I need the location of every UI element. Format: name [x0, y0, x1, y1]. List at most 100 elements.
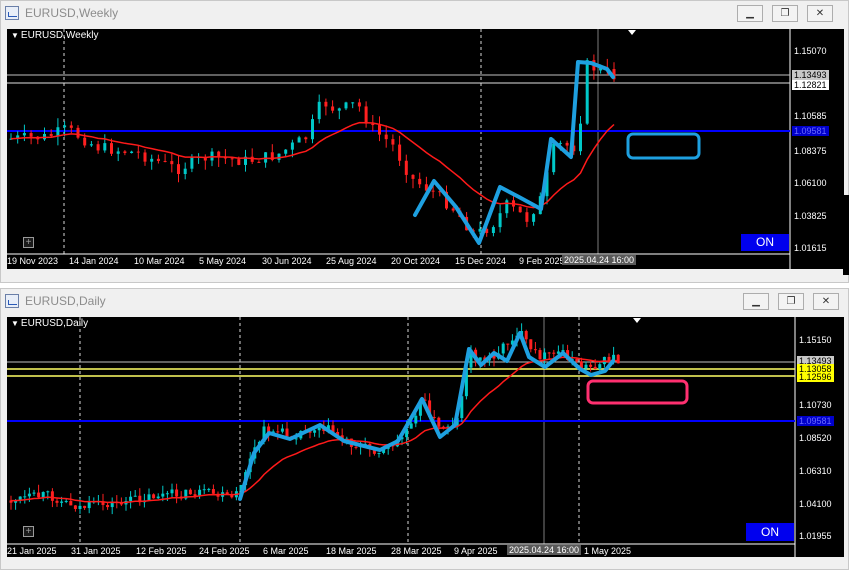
candle-body	[156, 158, 160, 161]
weekly-time-label: 14 Jan 2024	[69, 256, 119, 266]
daily-symbol-label: ▼ EURUSD,Daily	[11, 318, 89, 329]
candle-body	[69, 125, 73, 128]
candle-body	[190, 157, 194, 169]
daily-price-tick: 1.10730	[799, 400, 832, 410]
candle-body	[498, 213, 502, 228]
candle-body	[83, 137, 87, 146]
candle-body	[170, 489, 174, 494]
candle-body	[276, 431, 280, 433]
weekly-chart-window: EURUSD,Weekly ▁ ❐ ✕ ▼ EURUSD,Weekly + ON…	[0, 0, 849, 283]
candle-body	[103, 143, 107, 151]
candle-body	[177, 164, 180, 175]
candle-body	[311, 119, 314, 140]
candle-body	[277, 153, 281, 160]
daily-restore-button[interactable]: ❐	[778, 293, 804, 310]
candle-body	[418, 178, 422, 185]
candle-body	[324, 101, 328, 107]
weekly-close-button[interactable]: ✕	[807, 5, 833, 22]
candle-body	[230, 158, 234, 160]
candle-body	[96, 144, 100, 151]
weekly-chart-area[interactable]: ▼ EURUSD,Weekly + ON 1.15070 1.10585 1.08…	[7, 29, 844, 269]
candle-body	[409, 423, 413, 429]
candle-body	[317, 427, 321, 431]
candle-body	[237, 159, 241, 165]
candle-body	[50, 491, 54, 501]
candle-body	[304, 137, 308, 140]
daily-chart-area[interactable]: ▼ EURUSD,Daily + ON 1.15150 1.10730 1.085…	[7, 317, 844, 557]
candle-body	[524, 331, 528, 340]
candle-body	[175, 489, 179, 497]
weekly-on-button[interactable]: ON	[741, 234, 789, 251]
candle-body	[538, 350, 542, 360]
daily-time-label: 28 Mar 2025	[391, 546, 442, 556]
candle-body	[46, 491, 50, 493]
candle-body	[89, 144, 93, 146]
candle-body	[404, 160, 408, 175]
weekly-time-label: 5 May 2024	[199, 256, 247, 266]
candle-body	[188, 489, 192, 495]
candle-body	[83, 505, 87, 509]
weekly-titlebar[interactable]: EURUSD,Weekly ▁ ❐ ✕	[1, 1, 848, 27]
weekly-minimize-button[interactable]: ▁	[737, 5, 763, 22]
daily-level-tag: 1.09581	[797, 416, 834, 426]
candle-body	[558, 142, 562, 144]
candle-body	[589, 364, 593, 367]
candle-body	[264, 152, 268, 163]
candle-body	[384, 134, 388, 140]
candle-body	[116, 151, 120, 154]
weekly-expand-button[interactable]: +	[23, 237, 34, 248]
daily-expand-button[interactable]: +	[23, 526, 34, 537]
candle-body	[55, 500, 59, 503]
weekly-price-tick: 1.06100	[794, 178, 827, 188]
candle-body	[431, 190, 435, 192]
candle-body	[143, 152, 147, 162]
candle-body	[414, 415, 418, 424]
daily-price-plot	[7, 317, 796, 557]
weekly-price-tick: 1.08375	[794, 146, 827, 156]
candle-body	[150, 158, 154, 162]
candle-body	[69, 500, 73, 506]
chart-window-icon	[5, 294, 19, 308]
weekly-vgrid	[63, 29, 482, 254]
candle-body	[552, 143, 556, 173]
candle-body	[152, 494, 156, 499]
weekly-candles	[9, 54, 616, 238]
candle-body	[129, 496, 133, 502]
candle-body	[297, 137, 301, 143]
candle-body	[207, 489, 211, 491]
daily-price-tick: 1.01955	[799, 531, 832, 541]
candle-body	[547, 352, 551, 354]
weekly-crosshair-date: 2025.04.24 16:00	[562, 255, 637, 265]
candle-body	[106, 504, 110, 508]
candle-body	[27, 493, 31, 497]
candle-body	[491, 227, 495, 234]
candle-body	[64, 500, 68, 502]
daily-titlebar[interactable]: EURUSD,Daily ▁ ❐ ✕	[1, 289, 848, 315]
weekly-window-title: EURUSD,Weekly	[25, 6, 119, 20]
daily-chart-window: EURUSD,Daily ▁ ❐ ✕ ▼ EURUSD,Daily + ON 1…	[0, 288, 849, 570]
daily-window-title: EURUSD,Daily	[25, 294, 106, 308]
weekly-time-label: 9 Feb 2025	[519, 256, 565, 266]
daily-on-button[interactable]: ON	[746, 523, 794, 541]
candle-body	[163, 160, 167, 162]
weekly-side-strip	[843, 195, 849, 275]
daily-close-button[interactable]: ✕	[813, 293, 839, 310]
candle-body	[543, 352, 547, 360]
candle-body	[532, 214, 536, 222]
candle-body	[378, 125, 381, 135]
candle-body	[565, 142, 569, 146]
weekly-price-tick: 1.03825	[794, 211, 827, 221]
weekly-time-label: 25 Aug 2024	[326, 256, 377, 266]
candle-body	[29, 133, 33, 137]
candle-body	[280, 428, 284, 432]
daily-minimize-button[interactable]: ▁	[743, 293, 769, 310]
weekly-restore-button[interactable]: ❐	[772, 5, 798, 22]
candle-body	[598, 364, 602, 369]
daily-time-label: 9 Apr 2025	[454, 546, 498, 556]
candle-body	[518, 206, 522, 213]
candle-body	[161, 493, 165, 497]
candle-body	[505, 200, 509, 214]
daily-shift-marker	[633, 318, 641, 323]
candle-body	[60, 501, 64, 503]
candle-body	[284, 149, 288, 154]
